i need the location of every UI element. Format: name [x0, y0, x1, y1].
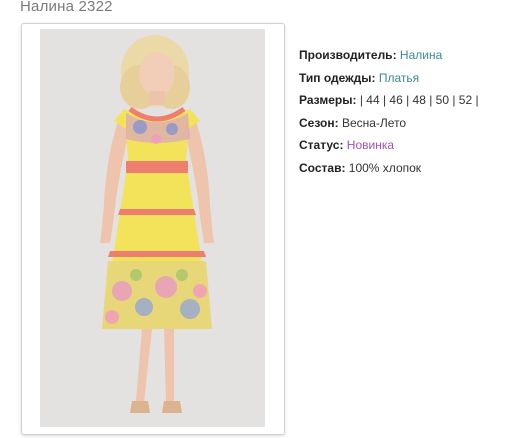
spec-label-status: Статус:	[299, 138, 344, 152]
spec-clothing-type: Тип одежды: Платья	[299, 67, 479, 90]
spec-sizes: Размеры: | 44 | 46 | 48 | 50 | 52 |	[299, 89, 479, 112]
spec-label-composition: Состав:	[299, 160, 346, 175]
product-photo-frame[interactable]	[21, 23, 285, 435]
manufacturer-link[interactable]: Налина	[400, 48, 442, 62]
product-specs: Производитель: Налина Тип одежды: Платья…	[299, 44, 479, 179]
dress-model-illustration	[40, 29, 265, 427]
spec-composition: Состав: 100% хлопок	[299, 157, 479, 180]
spec-manufacturer: Производитель: Налина	[299, 44, 479, 67]
sizes-value: | 44 | 46 | 48 | 50 | 52 |	[359, 93, 479, 107]
product-title: Налина 2322	[20, 0, 113, 15]
status-link[interactable]: Новинка	[347, 138, 394, 152]
spec-label-sizes: Размеры:	[299, 93, 357, 107]
spec-season: Сезон: Весна-Лето	[299, 112, 479, 135]
product-photo[interactable]	[40, 29, 265, 427]
composition-value: 100% хлопок	[348, 160, 422, 175]
spec-label-season: Сезон:	[299, 115, 339, 130]
spec-label-manufacturer: Производитель:	[299, 48, 397, 62]
spec-status: Статус: Новинка	[299, 134, 479, 157]
spec-label-clothing-type: Тип одежды:	[299, 70, 376, 85]
clothing-type-link[interactable]: Платья	[379, 71, 419, 85]
season-value: Весна-Лето	[341, 115, 407, 130]
